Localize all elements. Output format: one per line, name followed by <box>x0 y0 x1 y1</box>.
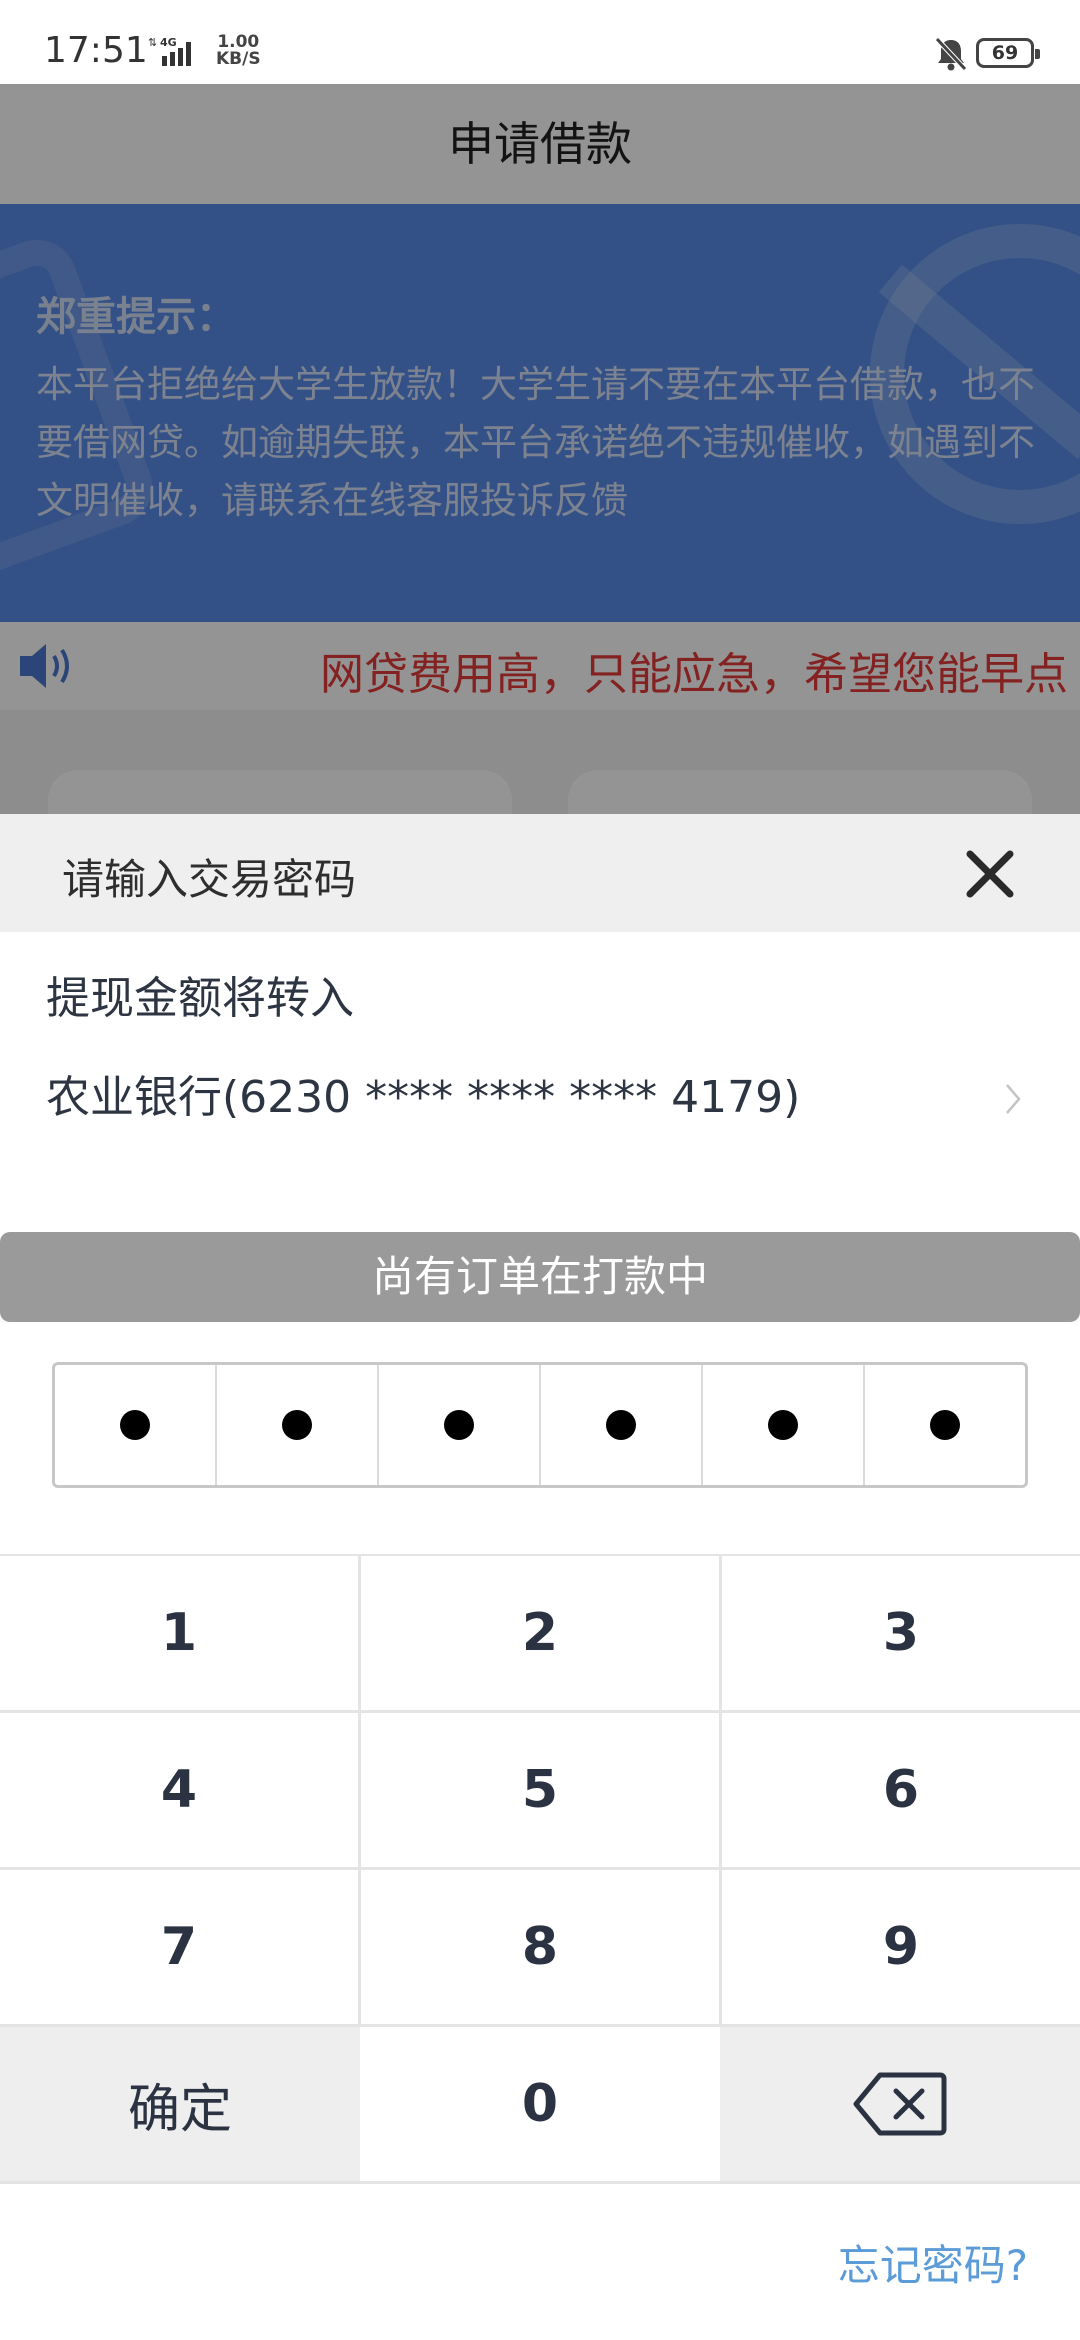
status-time: 17:51 <box>44 30 148 71</box>
key-8[interactable]: 8 <box>361 1870 719 2024</box>
pin-dot <box>444 1410 474 1440</box>
pin-dot <box>120 1410 150 1440</box>
battery-icon: 69 <box>976 38 1040 68</box>
key-9[interactable]: 9 <box>722 1870 1080 2024</box>
sheet-title: 请输入交易密码 <box>62 855 357 904</box>
key-3[interactable]: 3 <box>722 1556 1080 1710</box>
transfer-label: 提现金额将转入 <box>46 973 354 1024</box>
key-4[interactable]: 4 <box>0 1713 358 1867</box>
pin-cell <box>217 1365 379 1485</box>
pin-dot <box>768 1410 798 1440</box>
close-icon[interactable] <box>962 846 1018 902</box>
status-bar: 17:51 ⇅ 4G 1.00 KB/S 69 <box>0 0 1080 84</box>
key-2[interactable]: 2 <box>361 1556 719 1710</box>
backspace-icon <box>853 2072 947 2136</box>
forgot-password-link[interactable]: 忘记密码? <box>838 2232 1028 2293</box>
bank-account-selector[interactable]: 农业银行(6230 **** **** **** 4179) <box>0 1068 1080 1158</box>
network-speed: 1.00 KB/S <box>216 34 261 68</box>
confirm-button[interactable]: 确定 <box>0 2027 360 2181</box>
backspace-button[interactable] <box>720 2027 1080 2181</box>
signal-icon: ⇅ 4G <box>148 36 191 66</box>
chevron-right-icon <box>1006 1084 1021 1114</box>
pin-dot <box>282 1410 312 1440</box>
password-sheet: 请输入交易密码 提现金额将转入 农业银行(6230 **** **** ****… <box>0 814 1080 2340</box>
key-0[interactable]: 0 <box>360 2027 720 2181</box>
modal-overlay[interactable] <box>0 84 1080 814</box>
key-1[interactable]: 1 <box>0 1556 358 1710</box>
svg-text:⇅: ⇅ <box>148 36 157 49</box>
pin-cell <box>55 1365 217 1485</box>
pin-input[interactable] <box>52 1362 1028 1488</box>
pin-cell <box>865 1365 1025 1485</box>
key-5[interactable]: 5 <box>361 1713 719 1867</box>
mute-bell-icon <box>935 37 967 71</box>
bank-account-text: 农业银行(6230 **** **** **** 4179) <box>46 1072 801 1123</box>
svg-text:4G: 4G <box>160 36 177 49</box>
network-speed-unit: KB/S <box>216 49 261 69</box>
pin-dot <box>606 1410 636 1440</box>
battery-level: 69 <box>991 42 1019 64</box>
pin-dot <box>930 1410 960 1440</box>
pin-cell <box>379 1365 541 1485</box>
order-status-banner: 尚有订单在打款中 <box>0 1232 1080 1322</box>
key-6[interactable]: 6 <box>722 1713 1080 1867</box>
pin-cell <box>541 1365 703 1485</box>
pin-cell <box>703 1365 865 1485</box>
numeric-keypad: 1 2 3 4 5 6 7 8 9 确定 0 <box>0 1554 1080 2184</box>
key-7[interactable]: 7 <box>0 1870 358 2024</box>
sheet-header: 请输入交易密码 <box>0 814 1080 932</box>
